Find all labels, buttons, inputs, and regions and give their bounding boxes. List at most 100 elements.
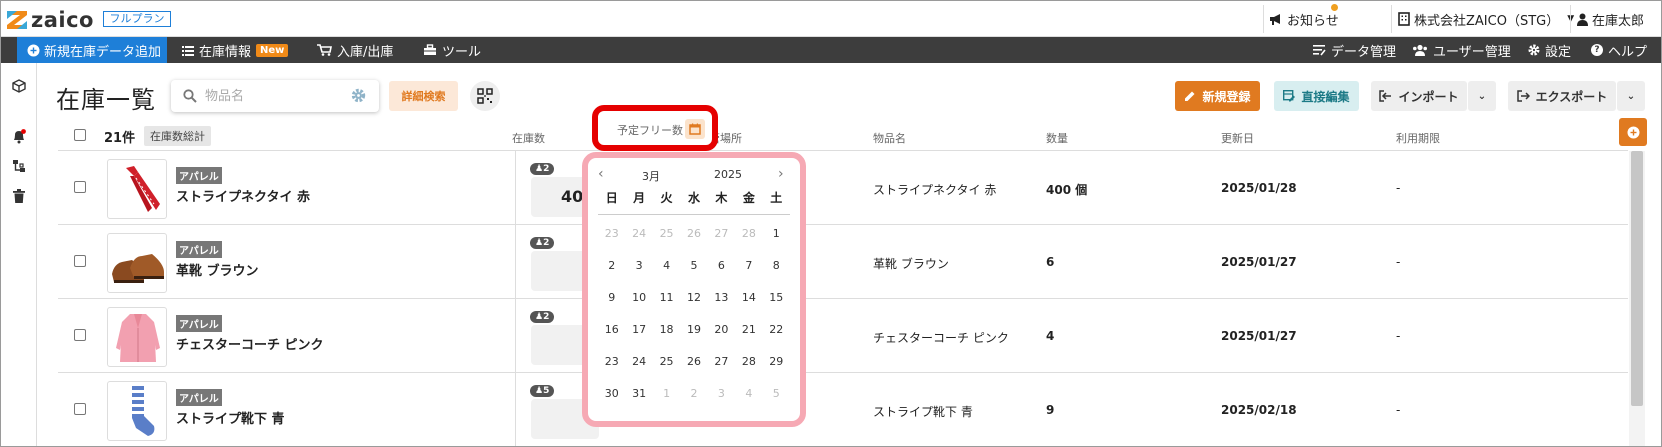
calendar-day[interactable]: 2 (680, 378, 707, 410)
search-input[interactable] (205, 86, 345, 106)
item-name[interactable]: ストライプ靴下 青 (176, 408, 285, 427)
user-menu[interactable]: 在庫太郎 (1577, 10, 1644, 29)
detail-search-button[interactable]: 詳細検索 (389, 81, 458, 111)
calendar-day[interactable]: 4 (735, 378, 762, 410)
nav-user-management[interactable]: ユーザー管理 (1412, 37, 1511, 63)
calendar-day[interactable]: 13 (708, 282, 735, 314)
calendar-day[interactable]: 24 (625, 346, 652, 378)
row-checkbox[interactable] (74, 329, 86, 341)
calendar-month[interactable]: 3月 (642, 168, 660, 184)
item-name[interactable]: チェスターコーチ ピンク (176, 334, 324, 353)
company-selector[interactable]: 株式会社ZAICO（STG） ▼ (1398, 10, 1574, 29)
calendar-day[interactable]: 27 (708, 218, 735, 250)
table-row[interactable]: アパレル ストライプネクタイ 赤 ♟2 40 ストライプネクタイ 赤 400 個… (58, 151, 1628, 225)
calendar-day[interactable]: 23 (598, 218, 625, 250)
sidebar-trash-icon[interactable] (10, 187, 28, 205)
calendar-day[interactable]: 12 (680, 282, 707, 314)
zaico-logo[interactable]: zaico (6, 8, 94, 32)
item-thumbnail[interactable] (107, 307, 167, 367)
next-month-button[interactable]: › (778, 166, 784, 182)
calendar-day[interactable]: 24 (625, 218, 652, 250)
direct-edit-button[interactable]: 直接編集 (1274, 81, 1359, 111)
sidebar-hierarchy-icon[interactable] (10, 157, 28, 175)
select-all-checkbox[interactable] (74, 129, 86, 141)
calendar-day[interactable]: 14 (735, 282, 762, 314)
calendar-day[interactable]: 5 (680, 250, 707, 282)
calendar-day[interactable]: 6 (708, 250, 735, 282)
calendar-day[interactable]: 8 (763, 250, 790, 282)
calendar-day[interactable]: 9 (598, 282, 625, 314)
stock-total-button[interactable]: 在庫数総計 (144, 126, 211, 146)
calendar-day[interactable]: 3 (708, 378, 735, 410)
calendar-day[interactable]: 10 (625, 282, 652, 314)
calendar-day[interactable]: 5 (763, 378, 790, 410)
calendar-day[interactable]: 31 (625, 378, 652, 410)
calendar-day[interactable]: 22 (763, 314, 790, 346)
nav-tools[interactable]: ツール (423, 37, 481, 63)
nav-settings[interactable]: 設定 (1528, 37, 1571, 63)
export-dropdown-button[interactable]: ⌄ (1617, 81, 1645, 111)
column-expiry[interactable]: 利用期限 (1396, 130, 1440, 146)
column-stock[interactable]: 在庫数 (512, 130, 545, 146)
calendar-day[interactable]: 15 (763, 282, 790, 314)
sidebar-box-icon[interactable] (10, 77, 28, 95)
row-checkbox[interactable] (74, 181, 86, 193)
calendar-day[interactable]: 20 (708, 314, 735, 346)
calendar-day[interactable]: 11 (653, 282, 680, 314)
item-thumbnail[interactable] (107, 381, 167, 441)
calendar-day[interactable]: 4 (653, 250, 680, 282)
import-dropdown-button[interactable]: ⌄ (1468, 81, 1496, 111)
calendar-day[interactable]: 25 (653, 218, 680, 250)
calendar-day[interactable]: 29 (763, 346, 790, 378)
date-picker-button[interactable] (685, 119, 705, 139)
sidebar-bell-icon[interactable] (10, 127, 28, 145)
scrollbar-thumb[interactable] (1631, 151, 1643, 406)
calendar-day[interactable]: 26 (680, 346, 707, 378)
row-checkbox[interactable] (74, 255, 86, 267)
calendar-day[interactable]: 21 (735, 314, 762, 346)
nav-in-out[interactable]: 入庫/出庫 (317, 37, 393, 63)
calendar-year[interactable]: 2025 (714, 168, 742, 181)
calendar-day[interactable]: 30 (598, 378, 625, 410)
prev-month-button[interactable]: ‹ (598, 166, 604, 182)
search-settings-gear-icon[interactable] (351, 88, 366, 103)
column-quantity[interactable]: 数量 (1046, 130, 1068, 146)
calendar-day[interactable]: 23 (598, 346, 625, 378)
search-box[interactable] (171, 80, 379, 112)
calendar-day[interactable]: 28 (735, 218, 762, 250)
item-thumbnail[interactable] (107, 159, 167, 219)
add-inventory-button[interactable]: 新規在庫データ追加 (17, 37, 167, 63)
calendar-day[interactable]: 16 (598, 314, 625, 346)
column-free-quantity[interactable]: 予定フリー数 (617, 122, 683, 138)
nav-inventory-info[interactable]: 在庫情報 New (182, 37, 289, 63)
column-updated[interactable]: 更新日 (1221, 130, 1254, 146)
column-name[interactable]: 物品名 (873, 130, 906, 146)
nav-help[interactable]: ? ヘルプ (1591, 37, 1647, 63)
table-row[interactable]: アパレル チェスターコーチ ピンク ♟2 チェスターコーチ ピンク 4 2025… (58, 299, 1628, 373)
calendar-day[interactable]: 3 (625, 250, 652, 282)
item-name[interactable]: ストライプネクタイ 赤 (176, 186, 310, 205)
import-button[interactable]: インポート (1371, 81, 1467, 111)
calendar-day[interactable]: 28 (735, 346, 762, 378)
calendar-day[interactable]: 26 (680, 218, 707, 250)
add-column-button[interactable] (1619, 118, 1647, 146)
table-row[interactable]: アパレル ストライプ靴下 青 ♟5 ストライプ靴下 青 9 2025/02/18… (58, 373, 1628, 446)
calendar-day[interactable]: 17 (625, 314, 652, 346)
export-button[interactable]: エクスポート (1508, 81, 1616, 111)
calendar-day[interactable]: 27 (708, 346, 735, 378)
calendar-day[interactable]: 1 (653, 378, 680, 410)
item-thumbnail[interactable] (107, 233, 167, 293)
notifications-link[interactable]: お知らせ (1269, 4, 1339, 29)
calendar-day[interactable]: 25 (653, 346, 680, 378)
calendar-day[interactable]: 18 (653, 314, 680, 346)
calendar-day[interactable]: 2 (598, 250, 625, 282)
new-register-button[interactable]: 新規登録 (1175, 81, 1260, 111)
nav-data-management[interactable]: データ管理 (1313, 37, 1396, 63)
item-name[interactable]: 革靴 ブラウン (176, 260, 259, 279)
qr-scan-button[interactable] (470, 81, 500, 111)
row-checkbox[interactable] (74, 403, 86, 415)
calendar-day[interactable]: 19 (680, 314, 707, 346)
calendar-day[interactable]: 7 (735, 250, 762, 282)
calendar-day[interactable]: 1 (763, 218, 790, 250)
table-row[interactable]: アパレル 革靴 ブラウン ♟2 革靴 ブラウン 6 2025/01/27 - (58, 225, 1628, 299)
